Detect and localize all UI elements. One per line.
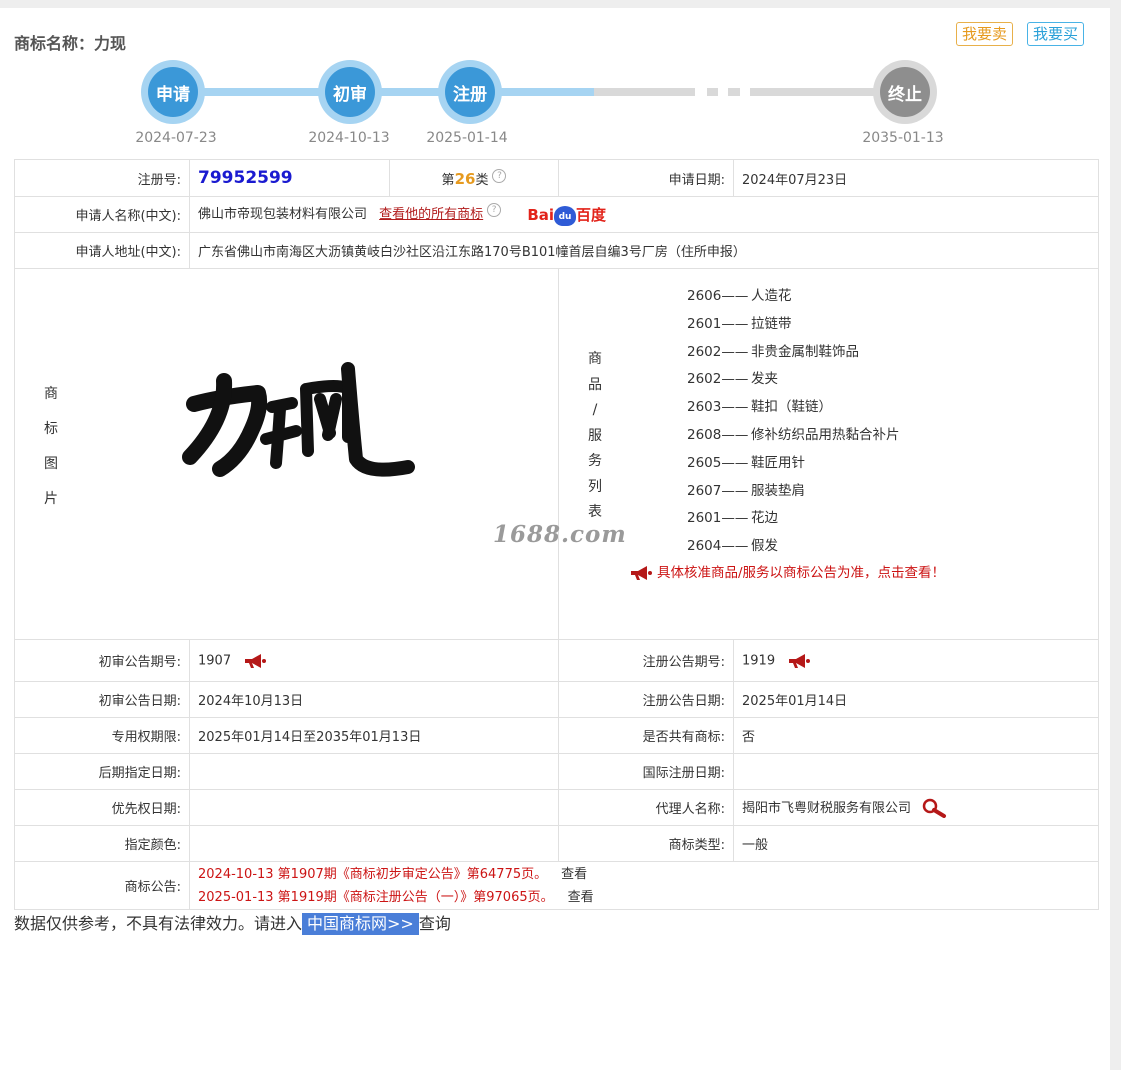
timeline-progress-bar (174, 88, 594, 96)
type-label: 商标类型: (558, 825, 734, 862)
goods-list: 2606—— 人造花 2601—— 拉链带 2602—— 非贵金属制鞋饰品 2602—… (687, 283, 900, 561)
intl-date-label: 国际注册日期: (558, 753, 734, 790)
timeline-step-register: 注册 (438, 60, 502, 124)
table-row: 初审公告日期: 2024年10月13日 注册公告日期: 2025年01月14日 (14, 681, 1099, 718)
apply-date-label: 申请日期: (558, 159, 734, 197)
list-item: 2602—— 非贵金属制鞋饰品 (687, 343, 859, 360)
color-value (189, 825, 559, 862)
sell-button[interactable]: 我要卖 (956, 22, 1014, 46)
type-value: 一般 (733, 825, 1099, 862)
main-panel: 商标名称：力现 我要卖 我要买 申请 初审 注册 终止 2024-07-23 2… (0, 8, 1110, 1070)
prelim-pub-date-value: 2024年10月13日 (189, 681, 559, 718)
megaphone-icon (631, 566, 652, 580)
table-row: 商 标 图 片 1688.com 商 品 / 服 务 列 表 2606—— 人造… (14, 268, 1099, 640)
color-label: 指定颜色: (14, 825, 190, 862)
baidu-paw-icon: du (554, 205, 577, 226)
view-notice-link[interactable]: 查看 (568, 890, 594, 905)
list-item: 2604—— 假发 (687, 538, 778, 555)
exclusive-period-value: 2025年01月14日至2035年01月13日 (189, 717, 559, 754)
reg-no-label: 注册号: (14, 159, 190, 197)
timeline-date-prelim: 2024-10-13 (308, 130, 390, 146)
trademark-image-cell: 商 标 图 片 1688.com (14, 268, 626, 640)
buy-button[interactable]: 我要买 (1027, 22, 1085, 46)
table-row: 后期指定日期: 国际注册日期: (14, 753, 1099, 790)
megaphone-icon[interactable] (243, 653, 267, 669)
address-value: 广东省佛山市南海区大沥镇黄岐白沙社区沿江东路170号B101幢首层自编3号厂房（… (189, 232, 1099, 269)
footer-disclaimer: 数据仅供参考，不具有法律效力。请进入 中国商标网>> 查询 (14, 913, 451, 935)
table-row: 专用权期限: 2025年01月14日至2035年01月13日 是否共有商标: 否 (14, 717, 1099, 754)
list-item: 2608—— 修补纺织品用热黏合补片 (687, 426, 900, 443)
address-label: 申请人地址(中文): (14, 232, 190, 269)
notice-cell: 2024-10-13 第1907期《商标初步审定公告》第64775页。 查看 20… (189, 861, 1099, 910)
timeline-step-prelim: 初审 (318, 60, 382, 124)
intl-date-value (733, 753, 1099, 790)
later-date-value (189, 753, 559, 790)
baidu-search-logo[interactable]: Bai du 百度 (527, 204, 606, 226)
table-row: 初审公告期号: 1907 注册公告期号: 1919 (14, 639, 1099, 682)
prelim-pub-date-label: 初审公告日期: (14, 681, 190, 718)
list-item: 2603—— 鞋扣（鞋链） (687, 399, 832, 416)
applicant-label: 申请人名称(中文): (14, 196, 190, 233)
table-row: 申请人名称(中文): 佛山市帝现包装材料有限公司 查看他的所有商标? Bai du… (14, 196, 1099, 233)
trademark-info-table: 注册号: 79952599 第26类? 申请日期: 2024年07月23日 申请… (14, 159, 1099, 910)
priority-date-value (189, 789, 559, 826)
table-row: 申请人地址(中文): 广东省佛山市南海区大沥镇黄岐白沙社区沿江东路170号B10… (14, 232, 1099, 269)
cn-trademark-site-link[interactable]: 中国商标网>> (302, 913, 419, 935)
class-cell: 第26类? (389, 159, 559, 197)
goods-services-label: 商 品 / 服 务 列 表 (588, 351, 602, 520)
agent-value: 揭阳市飞粤财税服务有限公司 (742, 800, 912, 816)
list-item: 2607—— 服装垫肩 (687, 482, 805, 499)
trademark-name-title: 商标名称：力现 (14, 34, 127, 53)
table-row: 指定颜色: 商标类型: 一般 (14, 825, 1099, 862)
list-item: 2606—— 人造花 (687, 288, 792, 304)
shared-value: 否 (733, 717, 1099, 754)
reg-no-cell: 79952599 (189, 159, 390, 197)
applicant-cell: 佛山市帝现包装材料有限公司 查看他的所有商标? Bai du 百度 (189, 196, 1099, 233)
notice-item: 2024-10-13 第1907期《商标初步审定公告》第64775页。 查看 (198, 866, 588, 882)
reg-pub-date-value: 2025年01月14日 (733, 681, 1099, 718)
exclusive-period-label: 专用权期限: (14, 717, 190, 754)
timeline-date-apply: 2024-07-23 (135, 130, 217, 146)
class-number: 26 (454, 169, 476, 188)
later-date-label: 后期指定日期: (14, 753, 190, 790)
shared-label: 是否共有商标: (558, 717, 734, 754)
agent-label: 代理人名称: (558, 789, 734, 826)
goods-note-link[interactable]: 具体核准商品/服务以商标公告为准，点击查看！ (629, 561, 945, 581)
megaphone-icon[interactable] (787, 653, 811, 669)
priority-date-label: 优先权日期: (14, 789, 190, 826)
search-icon[interactable] (921, 798, 947, 819)
help-icon[interactable]: ? (492, 168, 507, 183)
timeline-date-end: 2035-01-13 (862, 130, 944, 146)
list-item: 2601—— 拉链带 (687, 315, 792, 332)
view-notice-link[interactable]: 查看 (561, 867, 587, 882)
applicant-value: 佛山市帝现包装材料有限公司 (198, 207, 368, 223)
prelim-pub-no-label: 初审公告期号: (14, 639, 190, 682)
view-all-trademarks-link[interactable]: 查看他的所有商标 (379, 207, 483, 222)
timeline-date-register: 2025-01-14 (426, 130, 508, 146)
table-row: 商标公告: 2024-10-13 第1907期《商标初步审定公告》第64775页… (14, 861, 1099, 910)
reg-no-value: 79952599 (198, 168, 293, 188)
notice-label: 商标公告: (14, 861, 190, 910)
prelim-pub-no-cell: 1907 (189, 639, 559, 682)
trademark-image-label: 商 标 图 片 (44, 386, 58, 507)
help-icon[interactable]: ? (487, 203, 502, 218)
trademark-logo-image (182, 362, 415, 477)
timeline-step-end: 终止 (873, 60, 937, 124)
reg-pub-date-label: 注册公告日期: (558, 681, 734, 718)
list-item: 2602—— 发夹 (687, 371, 778, 388)
table-row: 注册号: 79952599 第26类? 申请日期: 2024年07月23日 (14, 159, 1099, 197)
table-row: 优先权日期: 代理人名称: 揭阳市飞粤财税服务有限公司 (14, 789, 1099, 826)
reg-pub-no-cell: 1919 (733, 639, 1099, 682)
agent-cell: 揭阳市飞粤财税服务有限公司 (733, 789, 1099, 826)
list-item: 2605—— 鞋匠用针 (687, 454, 805, 471)
notice-item: 2025-01-13 第1919期《商标注册公告（一）》第97065页。 查看 (198, 889, 594, 905)
apply-date-value: 2024年07月23日 (733, 159, 1099, 197)
list-item: 2601—— 花边 (687, 510, 778, 527)
goods-services-cell: 商 品 / 服 务 列 表 2606—— 人造花 2601—— 拉链带 2602——… (558, 268, 1099, 640)
timeline-step-apply: 申请 (141, 60, 205, 124)
reg-pub-no-label: 注册公告期号: (558, 639, 734, 682)
